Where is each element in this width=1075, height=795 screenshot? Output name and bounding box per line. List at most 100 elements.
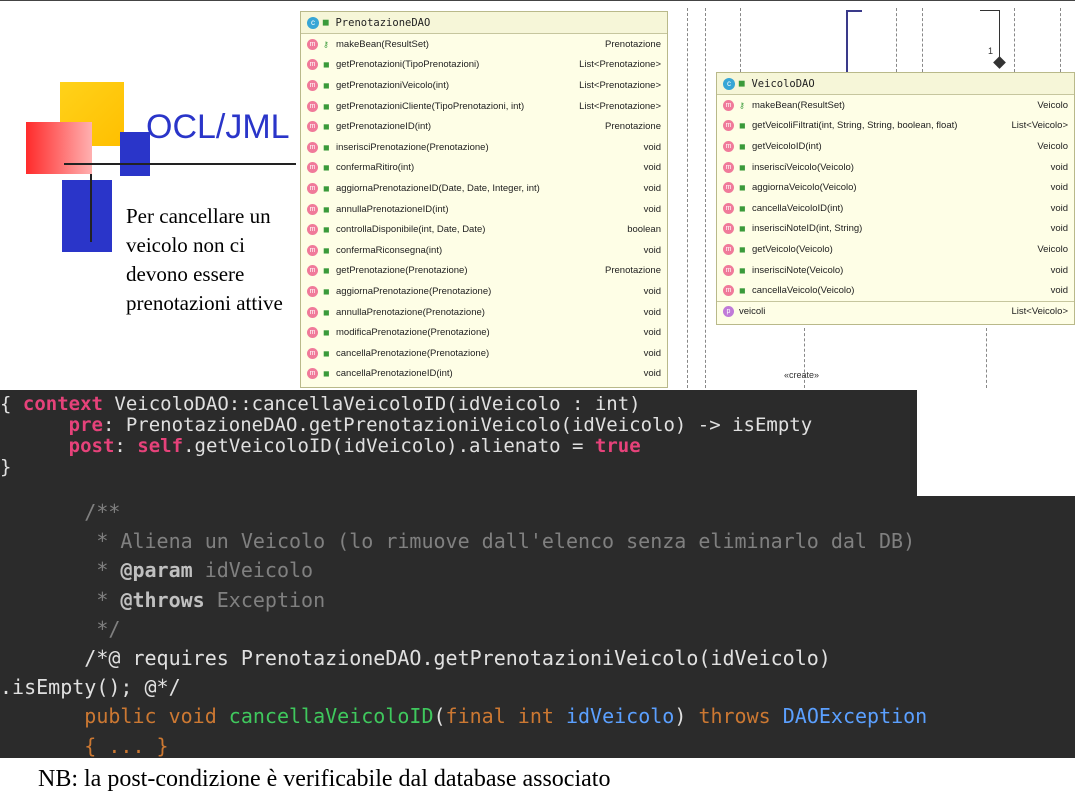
jml-requires-text: /*@ requires PrenotazioneDAO.getPrenotaz… [84, 646, 831, 671]
method-name: inserisciNote(Veicolo) [752, 264, 844, 276]
method-icon: m [307, 203, 318, 215]
method-icon: m [307, 265, 318, 277]
method-name: confermaRitiro(int) [336, 162, 415, 174]
uml-method-row[interactable]: m ◼ getVeicoliFiltrati(int, String, String… [717, 116, 1074, 137]
uml-method-row[interactable]: m ◼ getPrenotazioniCliente(TipoPrenotazion… [301, 96, 667, 117]
create-stereotype-label: «create» [784, 370, 820, 380]
uml-method-row[interactable]: m ◼ getPrenotazioneID(int) Prenotazione [301, 116, 667, 137]
jml-code-panel: /** * Aliena un Veicolo (lo rimuove dall… [0, 496, 1075, 758]
decor-horizontal-line [64, 163, 296, 165]
slide-note: Per cancellare un veicolo non ci devono … [126, 204, 283, 315]
footer-note: NB: la post-condizione è verificabile da… [38, 766, 611, 792]
uml-method-row[interactable]: m ◼ getVeicolo(Veicolo) Veicolo [717, 239, 1074, 260]
jml-paren: ) [674, 704, 699, 729]
uml-class-veicolodao[interactable]: c ◼ VeicoloDAO m ⚷ makeBean(ResultSet) Veic… [716, 72, 1075, 325]
uml-property-row: p veicoli List<Veicolo> [717, 300, 1074, 322]
method-return-type: Prenotazione [605, 265, 661, 277]
uml-method-row[interactable]: m ◼ inserisciNoteID(int, String) void [717, 219, 1074, 240]
method-icon: m [307, 306, 318, 318]
method-name: getVeicoloID(int) [752, 140, 822, 152]
jml-comment-text: */ [84, 616, 121, 641]
jml-comment-text: Exception [204, 587, 326, 612]
decor-red-square [26, 122, 92, 174]
method-name: makeBean(ResultSet) [336, 38, 429, 50]
visibility-icon: ◼ [323, 245, 330, 255]
method-icon: m [307, 100, 318, 112]
uml-method-row[interactable]: m ◼ cancellaPrenotazioneID(int) void [301, 364, 667, 385]
method-name: getPrenotazioni(TipoPrenotazioni) [336, 59, 480, 71]
ocl-line-post: post: self.getVeicoloID(idVeicolo).alien… [0, 436, 917, 457]
jml-requires-line: .isEmpty(); @*/ [0, 673, 1075, 702]
jml-comment-line: */ [0, 615, 1075, 644]
ocl-brace-open: { [0, 393, 23, 415]
jml-comment-line: * @param idVeicolo [0, 556, 1075, 585]
uml-method-row[interactable]: m ◼ annullaPrenotazioneID(int) void [301, 199, 667, 220]
method-name: aggiornaPrenotazione(Prenotazione) [336, 285, 492, 297]
uml-method-row[interactable]: m ◼ confermaRiconsegna(int) void [301, 240, 667, 261]
method-icon: m [723, 161, 734, 173]
uml-method-row[interactable]: m ◼ inserisciVeicolo(Veicolo) void [717, 157, 1074, 178]
uml-method-row[interactable]: m ◼ inserisciNote(Veicolo) void [717, 260, 1074, 281]
method-icon: m [307, 38, 318, 50]
diagram-solid-line [980, 10, 1000, 11]
method-icon: m [307, 59, 318, 71]
method-return-type: void [1050, 223, 1068, 235]
method-name: inserisciPrenotazione(Prenotazione) [336, 141, 489, 153]
diagram-dashed-line [896, 8, 897, 72]
jml-method-name: cancellaVeicoloID [228, 704, 434, 729]
method-icon: m [723, 182, 734, 194]
ocl-true-keyword: true [594, 435, 641, 457]
top-rule [0, 0, 1075, 1]
method-return-type: void [1050, 202, 1068, 214]
uml-method-row[interactable]: m ◼ aggiornaPrenotazioneID(Date, Date, Int… [301, 178, 667, 199]
uml-method-row[interactable]: m ◼ annullaPrenotazione(Prenotazione) void [301, 302, 667, 323]
visibility-icon: ◼ [323, 348, 330, 358]
uml-method-row[interactable]: m ◼ getVeicoloID(int) Veicolo [717, 136, 1074, 157]
multiplicity-label: 1 [988, 46, 994, 56]
uml-class-header: c ◼ PrenotazioneDAO [301, 12, 667, 34]
uml-method-row[interactable]: m ◼ aggiornaVeicolo(Veicolo) void [717, 177, 1074, 198]
diagram-solid-line [846, 10, 848, 72]
uml-method-row[interactable]: m ◼ aggiornaPrenotazione(Prenotazione) void [301, 281, 667, 302]
method-icon: m [307, 121, 318, 133]
method-return-type: List<Prenotazione> [579, 59, 661, 71]
visibility-icon: ◼ [739, 244, 746, 254]
uml-method-row[interactable]: m ◼ cancellaPrenotazione(Prenotazione) void [301, 343, 667, 364]
method-return-type: void [1050, 182, 1068, 194]
uml-class-header: c ◼ VeicoloDAO [717, 73, 1074, 95]
method-icon: m [723, 202, 734, 214]
jml-comment-text: * [84, 558, 121, 583]
uml-class-name: VeicoloDAO [751, 77, 815, 90]
uml-method-row[interactable]: m ◼ cancellaVeicolo(Veicolo) void [717, 280, 1074, 301]
uml-method-row[interactable]: m ◼ controllaDisponibile(int, Date, Date) b… [301, 219, 667, 240]
jml-throws-tag: @throws [120, 587, 205, 612]
uml-method-row[interactable]: m ⚷ makeBean(ResultSet) Prenotazione [301, 34, 667, 55]
diagram-dashed-line [922, 8, 923, 72]
uml-method-row[interactable]: m ◼ getPrenotazioni(TipoPrenotazioni) List<… [301, 55, 667, 76]
visibility-icon: ⚷ [739, 100, 745, 110]
decor-vertical-line [90, 174, 92, 242]
uml-method-row[interactable]: m ◼ cancellaVeicoloID(int) void [717, 198, 1074, 219]
method-name: modificaPrenotazione(Prenotazione) [336, 327, 490, 339]
uml-method-row[interactable]: m ◼ inserisciPrenotazione(Prenotazione) voi… [301, 137, 667, 158]
uml-method-row[interactable]: m ◼ confermaRitiro(int) void [301, 158, 667, 179]
method-icon: m [723, 285, 734, 297]
method-return-type: Veicolo [1037, 140, 1068, 152]
method-icon: m [307, 327, 318, 339]
method-icon: m [723, 99, 734, 111]
uml-method-row[interactable]: m ◼ modificaPrenotazione(Prenotazione) void [301, 322, 667, 343]
method-return-type: void [1050, 161, 1068, 173]
jml-param-name: idVeicolo [565, 704, 675, 729]
uml-method-row[interactable]: m ◼ getPrenotazioniVeicolo(int) List<Prenot… [301, 75, 667, 96]
method-icon: m [723, 243, 734, 255]
method-return-type: void [1050, 285, 1068, 297]
method-return-type: Prenotazione [605, 121, 661, 133]
uml-method-row[interactable]: m ⚷ makeBean(ResultSet) Veicolo [717, 95, 1074, 116]
uml-method-row[interactable]: m ◼ getPrenotazione(Prenotazione) Prenotazi… [301, 261, 667, 282]
uml-class-prenotazionedao[interactable]: c ◼ PrenotazioneDAO m ⚷ makeBean(ResultSet… [300, 11, 668, 388]
public-visibility-icon: ◼ [322, 17, 330, 27]
visibility-icon: ◼ [323, 225, 330, 235]
property-icon: p [723, 306, 734, 318]
method-return-type: void [643, 285, 661, 297]
ocl-context-keyword: context [22, 393, 103, 415]
